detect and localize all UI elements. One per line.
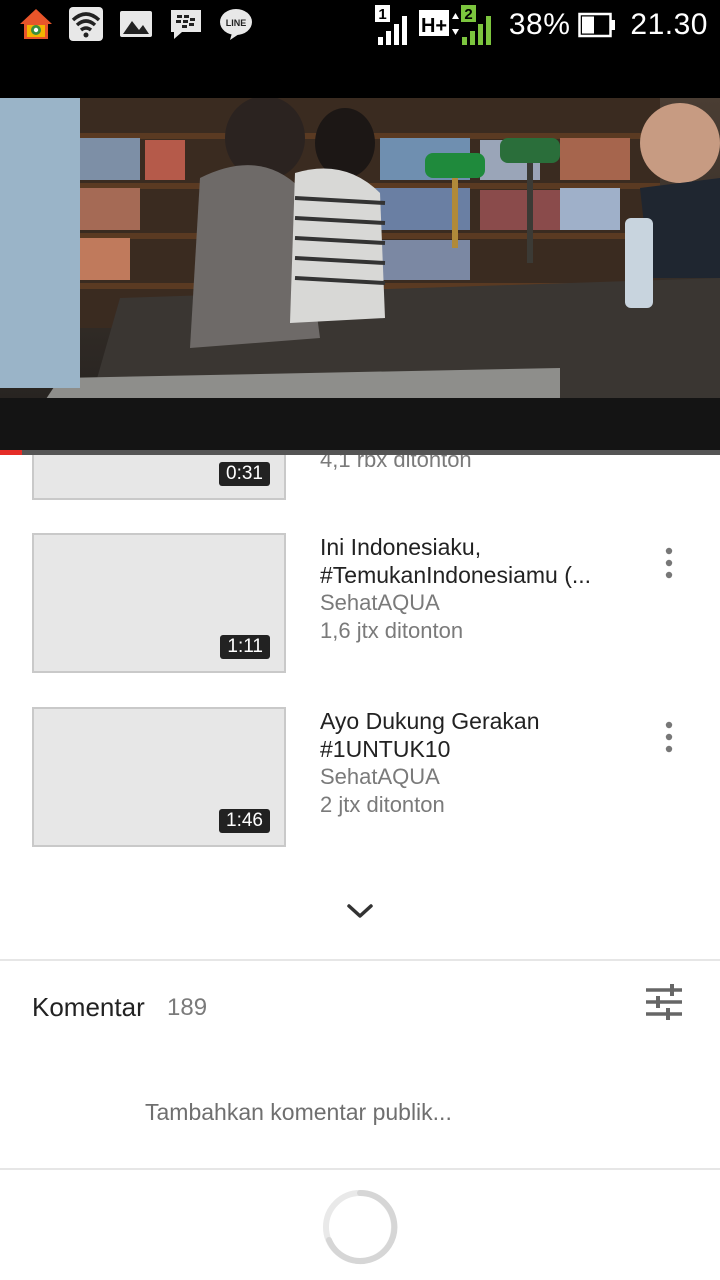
view-count: 4,1 rbx ditonton (320, 455, 472, 472)
video-title: Ayo Dukung Gerakan (320, 708, 540, 734)
svg-text:H+: H+ (421, 15, 447, 37)
line-icon: LINE (220, 9, 252, 40)
list-item[interactable]: 1:46 Ayo Dukung Gerakan #1UNTUK10 SehatA… (0, 707, 720, 849)
video-thumbnail[interactable]: 1:46 (32, 707, 286, 847)
video-title-line2: #TemukanIndonesiamu (... (320, 562, 592, 588)
duration-badge: 0:31 (219, 462, 270, 486)
divider (0, 959, 720, 961)
sort-filter-icon[interactable] (644, 984, 684, 1020)
network-type-icon: H+ (418, 10, 459, 37)
video-thumbnail[interactable]: 1:11 (32, 533, 286, 673)
signal-sim1-icon: 1 (374, 5, 407, 45)
clock: 21.30 (630, 8, 708, 41)
duration-badge: 1:11 (220, 635, 270, 659)
video-frame (0, 98, 720, 450)
video-player[interactable] (0, 98, 720, 450)
more-options-icon[interactable] (658, 545, 680, 585)
status-bar: LINE 1 H+ 2 38% 21.30 (0, 0, 720, 50)
list-item[interactable]: 1:11 Ini Indonesiaku, #TemukanIndonesiam… (0, 533, 720, 675)
svg-text:LINE: LINE (226, 18, 247, 28)
channel-name: SehatAQUA (320, 590, 440, 615)
bbm-icon (171, 10, 201, 39)
svg-text:2: 2 (464, 6, 472, 23)
related-videos-list: 0:31 4,1 rbx ditonton 1:11 Ini Indonesia… (0, 455, 720, 960)
player-letterbox-top (0, 50, 720, 98)
divider (0, 1168, 720, 1170)
video-title-line2: #1UNTUK10 (320, 736, 451, 762)
list-item[interactable]: 0:31 4,1 rbx ditonton (0, 455, 720, 502)
channel-name: SehatAQUA (320, 764, 440, 789)
comments-heading: Komentar (32, 992, 145, 1022)
video-title: Ini Indonesiaku, (320, 534, 482, 560)
view-count: 2 jtx ditonton (320, 792, 445, 817)
wifi-icon (69, 7, 103, 41)
video-thumbnail[interactable]: 0:31 (32, 455, 286, 500)
view-count: 1,6 jtx ditonton (320, 618, 464, 643)
comments-count: 189 (167, 994, 208, 1021)
battery-icon (578, 12, 616, 38)
signal-sim2-icon: 2 (460, 5, 491, 45)
chevron-down-icon[interactable] (345, 901, 375, 921)
more-options-icon[interactable] (658, 719, 680, 759)
home-icon (20, 9, 52, 39)
svg-text:1: 1 (378, 6, 386, 23)
duration-badge: 1:46 (219, 809, 270, 833)
loading-spinner-icon (323, 1189, 398, 1264)
battery-percent: 38% (508, 8, 571, 41)
gallery-icon (120, 11, 152, 37)
add-comment-input[interactable]: Tambahkan komentar publik... (145, 1099, 452, 1126)
